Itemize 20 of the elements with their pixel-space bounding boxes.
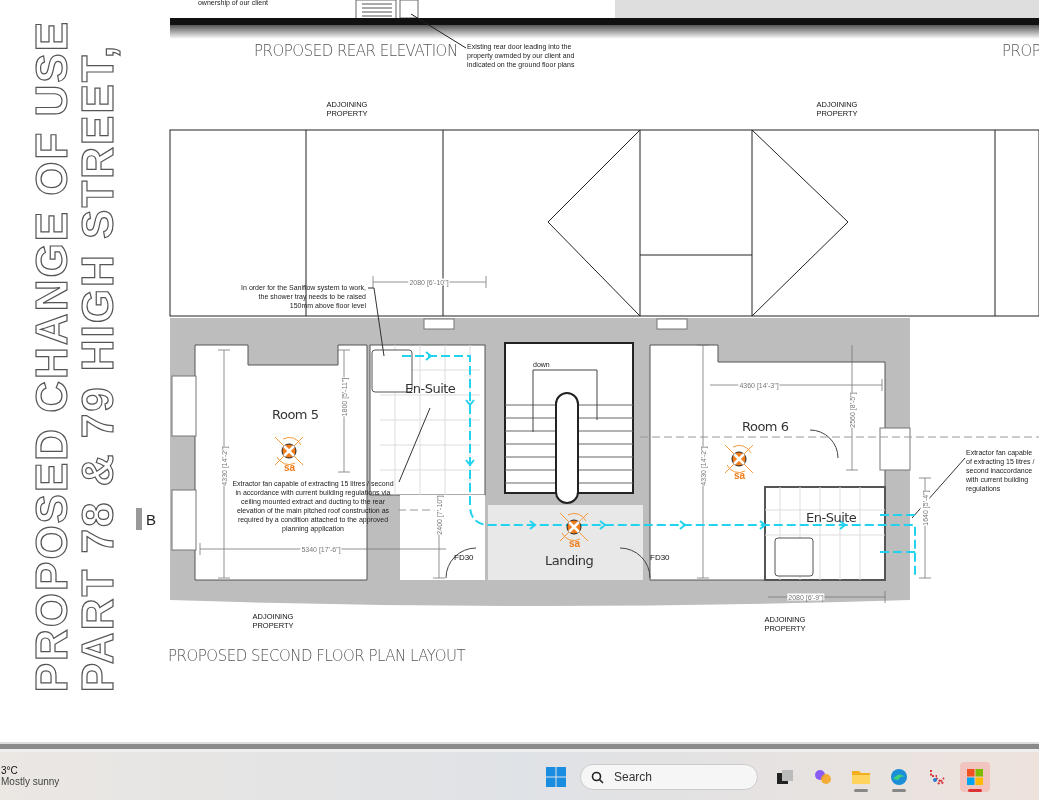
supply-air-label: sa — [734, 470, 746, 481]
supply-air-label: sa — [284, 462, 296, 473]
elevation-title: PROP — [1002, 42, 1039, 60]
weather-temperature[interactable]: 3°C — [1, 765, 60, 776]
fire-door-label: FD30 — [454, 553, 474, 562]
search-field[interactable]: Search — [612, 769, 736, 785]
section-marker-label: B — [146, 511, 156, 528]
drawing-title: PROPOSED CHANGE OF USE — [30, 19, 74, 692]
room-label: En-Suite — [405, 381, 456, 396]
elevation-title: PROPOSED REAR ELEVATION — [254, 42, 458, 60]
supply-air-label: sa — [569, 538, 581, 549]
drawing-title: PART 78 & 79 HIGH STREET, — [76, 43, 120, 692]
search-bar[interactable]: Search — [580, 764, 758, 790]
room-label: Room 6 — [742, 419, 789, 434]
plan-title: PROPOSED SECOND FLOOR PLAN LAYOUT — [168, 647, 466, 665]
weather-text[interactable]: Mostly sunny — [1, 776, 60, 787]
room-label: En-Suite — [806, 510, 857, 525]
room-label: Room 5 — [272, 407, 319, 422]
room-label: Landing — [545, 553, 594, 568]
fire-door-label: FD30 — [650, 553, 670, 562]
